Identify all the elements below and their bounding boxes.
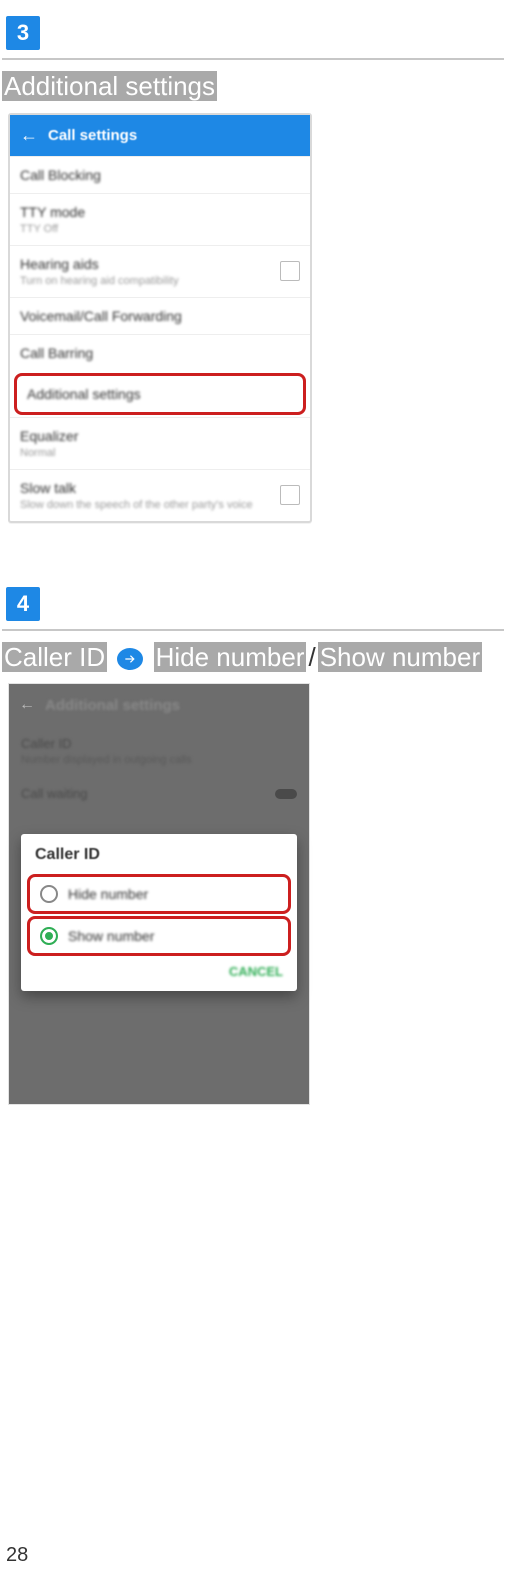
sublabel: Turn on hearing aid compatibility [20,275,179,287]
option-show-number[interactable]: Show number [27,916,291,956]
back-icon[interactable]: ← [20,125,38,146]
option-label: Show number [68,928,154,944]
item-slow-talk[interactable]: Slow talk Slow down the speech of the ot… [10,469,310,521]
item-caller-id[interactable]: Caller ID Number displayed in outgoing c… [9,726,309,776]
heading-show-number: Show number [318,642,482,672]
dialog-title: Caller ID [21,834,297,872]
manual-page: 3 Additional settings ← Call settings Ca… [0,0,506,1577]
appbar: ← Call settings [10,115,310,156]
item-call-barring[interactable]: Call Barring [10,334,310,371]
item-hearing-aids[interactable]: Hearing aids Turn on hearing aid compati… [10,245,310,297]
heading-caller-id: Caller ID [2,642,107,672]
appbar-title: Call settings [48,127,137,144]
sublabel: Number displayed in outgoing calls [21,754,297,766]
label: Call Blocking [20,167,300,183]
item-voicemail-forwarding[interactable]: Voicemail/Call Forwarding [10,297,310,334]
label: Call Barring [20,345,300,361]
label: Additional settings [27,386,293,402]
item-equalizer[interactable]: Equalizer Normal [10,417,310,469]
divider [2,58,504,60]
divider [2,629,504,631]
dialog-actions: CANCEL [21,958,297,983]
sublabel: Normal [20,447,300,459]
slash: / [306,642,317,672]
caller-id-dialog: Caller ID Hide number Show number CANCEL [21,834,297,991]
label: Slow talk [20,480,253,496]
cancel-button[interactable]: CANCEL [229,964,283,979]
label: TTY mode [20,204,300,220]
arrow-right-icon [117,648,143,670]
radio-selected-icon[interactable] [40,927,58,945]
heading-hide-number: Hide number [154,642,307,672]
call-settings-screenshot: ← Call settings Call Blocking TTY mode T… [8,113,312,523]
checkbox-icon[interactable] [280,261,300,281]
item-call-waiting[interactable]: Call waiting [9,776,309,811]
caller-id-dialog-screenshot: ← Additional settings Caller ID Number d… [8,683,310,1105]
label: Equalizer [20,428,300,444]
appbar-title: Additional settings [45,697,180,714]
appbar: ← Additional settings [9,684,309,726]
label: Hearing aids [20,256,179,272]
label: Call waiting [21,786,87,801]
page-number: 28 [6,1544,28,1567]
option-label: Hide number [68,886,148,902]
back-icon[interactable]: ← [19,696,35,714]
sublabel: TTY Off [20,223,300,235]
item-tty-mode[interactable]: TTY mode TTY Off [10,193,310,245]
step-4-badge: 4 [6,587,40,621]
step-3-heading: Additional settings [2,70,504,103]
item-additional-settings[interactable]: Additional settings [19,378,301,410]
sublabel: Slow down the speech of the other party'… [20,499,253,511]
item-call-blocking[interactable]: Call Blocking [10,156,310,193]
step-3-badge: 3 [6,16,40,50]
step-4-heading: Caller ID Hide number/Show number [2,641,504,674]
label: Caller ID [21,736,297,751]
label: Voicemail/Call Forwarding [20,308,300,324]
radio-icon[interactable] [40,885,58,903]
toggle-icon[interactable] [275,789,297,799]
checkbox-icon[interactable] [280,485,300,505]
highlight-additional-settings: Additional settings [14,373,306,415]
option-hide-number[interactable]: Hide number [27,874,291,914]
heading-text: Additional settings [2,71,217,101]
